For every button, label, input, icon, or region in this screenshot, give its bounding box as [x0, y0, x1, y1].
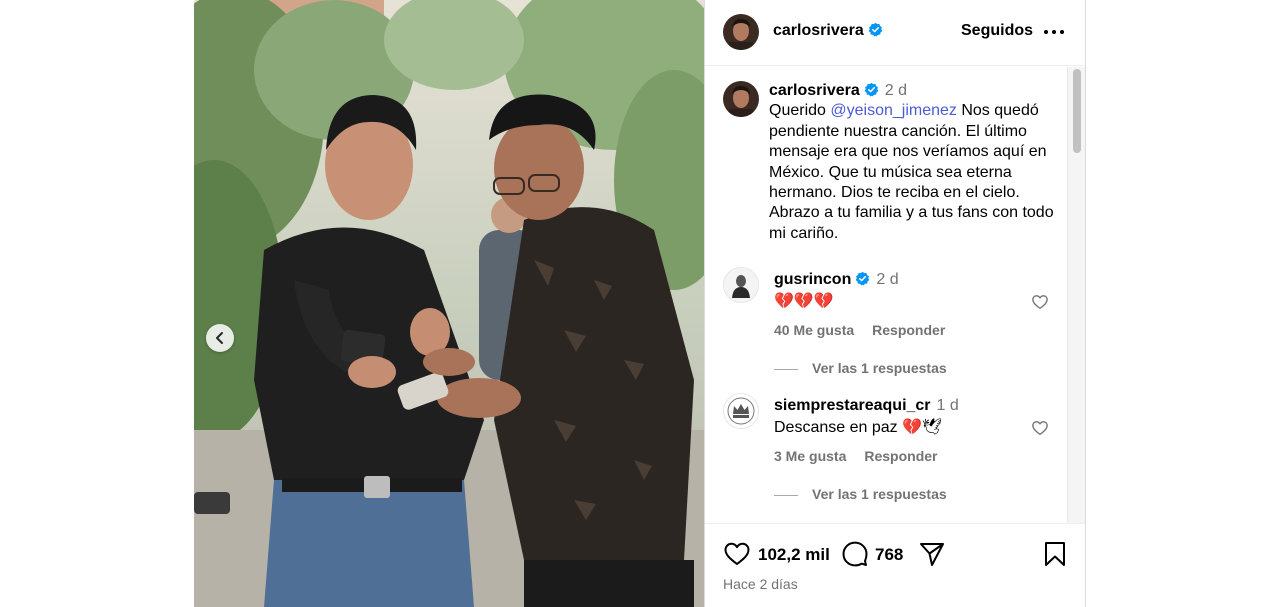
- following-button[interactable]: Seguidos: [961, 22, 1033, 40]
- comment-avatar[interactable]: [723, 267, 759, 303]
- comment-like-heart-icon[interactable]: [1031, 419, 1049, 437]
- comment-username[interactable]: siemprestareaqui_cr 1 d: [774, 397, 959, 415]
- verified-badge-icon: [856, 271, 870, 286]
- post-side-panel: carlosrivera Seguidos carlosrivera 2 d Q…: [704, 0, 1086, 607]
- share-send-icon[interactable]: [918, 540, 946, 568]
- more-horizontal-icon[interactable]: [1043, 22, 1065, 42]
- caption-author-avatar[interactable]: [723, 81, 759, 117]
- comments-scroll-area[interactable]: carlosrivera 2 d Querido @yeison_jimenez …: [705, 67, 1085, 523]
- comment-text: Descanse en paz 💔🕊: [774, 419, 943, 436]
- comment-avatar[interactable]: [723, 393, 759, 429]
- like-heart-icon[interactable]: [723, 540, 751, 568]
- caption-username[interactable]: carlosrivera: [769, 82, 860, 99]
- view-replies-button[interactable]: Ver las 1 respuestas: [774, 486, 947, 502]
- chevron-left-icon: [216, 332, 223, 344]
- post-viewer: carlosrivera Seguidos carlosrivera 2 d Q…: [0, 0, 1280, 607]
- post-actions-bar: 102,2 mil 768 Hace 2 días: [705, 523, 1085, 607]
- post-likes-count[interactable]: 102,2 mil: [758, 545, 830, 565]
- comment-text: 💔💔💔: [774, 293, 834, 310]
- comment-time: 2 d: [876, 271, 899, 288]
- comments-scrollbar[interactable]: [1067, 67, 1085, 523]
- comment-likes-count[interactable]: 3 Me gusta: [774, 448, 846, 464]
- comment-reply-button[interactable]: Responder: [864, 448, 937, 464]
- comment-username[interactable]: gusrincon 2 d: [774, 271, 899, 289]
- author-username[interactable]: carlosrivera: [773, 22, 883, 40]
- author-avatar-image: [723, 14, 759, 50]
- view-replies-label[interactable]: Ver las 1 respuestas: [812, 486, 947, 502]
- crown-logo-icon: [724, 394, 758, 428]
- scrollbar-thumb[interactable]: [1073, 69, 1081, 153]
- caption-time: 2 d: [884, 82, 907, 99]
- post-time-ago[interactable]: Hace 2 días: [723, 576, 798, 592]
- comment-meta: 40 Me gusta Responder: [774, 322, 963, 338]
- comment-like-heart-icon[interactable]: [1031, 293, 1049, 311]
- post-photo[interactable]: [194, 0, 704, 607]
- author-avatar[interactable]: [723, 14, 759, 50]
- comment-meta: 3 Me gusta Responder: [774, 448, 955, 464]
- replies-divider-line: [774, 368, 798, 370]
- comment-avatar-image: [724, 268, 758, 302]
- post-comments-count[interactable]: 768: [875, 545, 903, 565]
- comment-username-text[interactable]: gusrincon: [774, 271, 851, 288]
- comment-time: 1 d: [936, 397, 959, 414]
- comment-bubble-icon[interactable]: [841, 540, 869, 568]
- view-replies-label[interactable]: Ver las 1 respuestas: [812, 360, 947, 376]
- post-photo-illustration: [194, 0, 704, 607]
- caption-text-before: Querido: [769, 102, 831, 120]
- caption-text-after: Nos quedó pendiente nuestra canción. El …: [769, 102, 1054, 242]
- verified-badge-icon: [864, 82, 878, 97]
- view-replies-button[interactable]: Ver las 1 respuestas: [774, 360, 947, 376]
- save-bookmark-icon[interactable]: [1041, 540, 1069, 568]
- post-header: carlosrivera Seguidos: [705, 0, 1085, 66]
- verified-badge-icon: [868, 22, 882, 37]
- author-username-text[interactable]: carlosrivera: [773, 22, 864, 39]
- comment-likes-count[interactable]: 40 Me gusta: [774, 322, 854, 338]
- caption-text: carlosrivera 2 d Querido @yeison_jimenez …: [769, 81, 1069, 244]
- replies-divider-line: [774, 494, 798, 496]
- comment-reply-button[interactable]: Responder: [872, 322, 945, 338]
- caption-mention-link[interactable]: @yeison_jimenez: [830, 102, 957, 119]
- caption-author-avatar-image: [723, 81, 759, 117]
- previous-photo-button[interactable]: [206, 324, 234, 352]
- comment-username-text[interactable]: siemprestareaqui_cr: [774, 397, 931, 414]
